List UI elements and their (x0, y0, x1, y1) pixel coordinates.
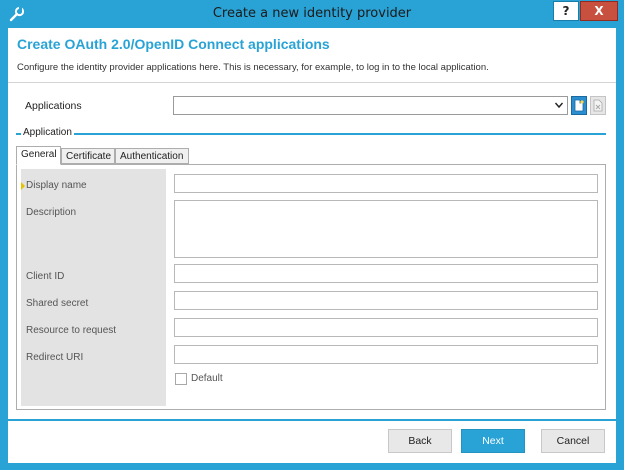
default-checkbox[interactable] (175, 373, 187, 385)
description-label: Description (26, 207, 77, 218)
footer-divider (8, 419, 616, 421)
cancel-button[interactable]: Cancel (541, 429, 605, 453)
shared-secret-input[interactable] (174, 291, 598, 310)
default-label: Default (191, 373, 223, 384)
chevron-down-icon (554, 100, 564, 110)
display-name-input[interactable] (174, 174, 598, 193)
tab-general[interactable]: General (16, 146, 61, 165)
tab-certificate[interactable]: Certificate (61, 148, 115, 164)
close-button[interactable]: X (580, 1, 618, 21)
delete-document-icon (591, 99, 605, 117)
field-labels-column: Display name Description Client ID Share… (21, 169, 166, 406)
shared-secret-label: Shared secret (26, 298, 89, 309)
header-divider (8, 82, 616, 83)
display-name-label: Display name (26, 180, 87, 191)
delete-application-button[interactable] (590, 96, 606, 115)
page-title: Create OAuth 2.0/OpenID Connect applicat… (17, 36, 330, 52)
page-description: Configure the identity provider applicat… (17, 62, 489, 73)
dialog-content: Create OAuth 2.0/OpenID Connect applicat… (8, 28, 616, 463)
required-marker-icon (21, 182, 25, 190)
resource-input[interactable] (174, 318, 598, 337)
application-group-line (16, 133, 606, 135)
window-title: Create a new identity provider (212, 6, 412, 21)
help-button[interactable]: ? (553, 1, 579, 21)
applications-select[interactable] (173, 96, 568, 115)
general-tab-panel: Display name Description Client ID Share… (16, 164, 606, 410)
tab-authentication[interactable]: Authentication (115, 148, 189, 164)
back-button[interactable]: Back (388, 429, 452, 453)
client-id-label: Client ID (26, 271, 65, 282)
next-button[interactable]: Next (461, 429, 525, 453)
redirect-uri-input[interactable] (174, 345, 598, 364)
description-input[interactable] (174, 200, 598, 258)
applications-label: Applications (25, 100, 82, 112)
dialog-window: Create a new identity provider ? X Creat… (0, 0, 624, 470)
redirect-uri-label: Redirect URI (26, 352, 84, 363)
title-bar[interactable]: Create a new identity provider ? X (0, 0, 624, 28)
new-document-icon (572, 99, 586, 117)
client-id-input[interactable] (174, 264, 598, 283)
resource-label: Resource to request (26, 325, 117, 336)
application-group-title: Application (21, 127, 74, 138)
new-application-button[interactable] (571, 96, 587, 115)
